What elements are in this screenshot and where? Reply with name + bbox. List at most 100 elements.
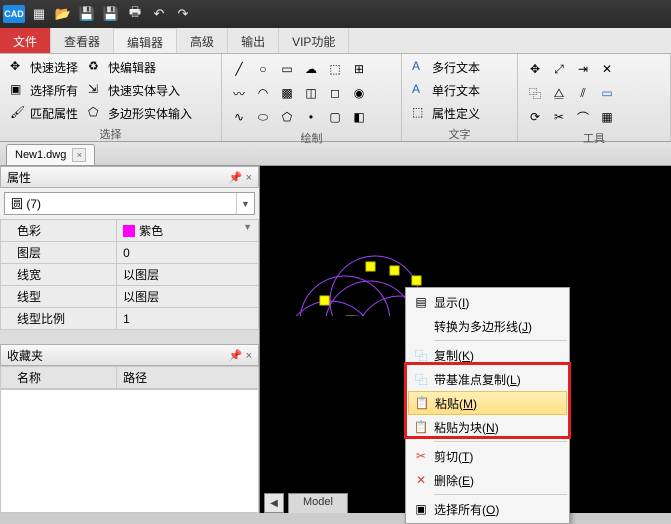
table-icon[interactable]: ⊞ (348, 58, 370, 80)
file-tab-label: New1.dwg (15, 149, 66, 161)
quick-select-button[interactable]: ✥快速选择 (6, 56, 82, 78)
ribbon: ✥快速选择 ▣选择所有 🖌匹配属性 ♻快编辑器 ⇲快速实体导入 ⬠多边形实体输入… (0, 54, 671, 142)
spline-icon[interactable]: ∿ (228, 106, 250, 128)
paste-block-icon: 📋 (414, 420, 429, 434)
saveas-icon[interactable]: 💾 (101, 4, 121, 24)
ctx-copy[interactable]: ⿻ 复制(K) (408, 343, 567, 367)
properties-header: 属性 📌 × (0, 166, 259, 188)
ctx-cut[interactable]: ✂ 剪切(T) (408, 444, 567, 468)
match-properties-button[interactable]: 🖌匹配属性 (6, 102, 82, 124)
color-cell[interactable]: 紫色▼ (117, 220, 259, 242)
rectangle-icon[interactable]: ▭ (276, 58, 298, 80)
menu-editor[interactable]: 编辑器 (114, 28, 177, 53)
solid-import-button[interactable]: ⇲快速实体导入 (84, 79, 196, 101)
object-type-value: 圆 (7) (5, 193, 236, 214)
ctx-paste[interactable]: 📋 粘贴(M) (408, 391, 567, 415)
undo-icon[interactable]: ↶ (149, 4, 169, 24)
ctx-delete[interactable]: ✕ 删除(E) (408, 468, 567, 492)
layout-arrow-icon[interactable]: ◀ (264, 493, 284, 513)
array-icon[interactable]: ▦ (596, 106, 618, 128)
pin-icon[interactable]: 📌 × (229, 171, 252, 184)
attdef-button[interactable]: ⬚属性定义 (408, 102, 484, 124)
ctx-select-all[interactable]: ▣ 选择所有(O) (408, 497, 567, 521)
lineweight-cell[interactable]: 以图层 (117, 264, 259, 286)
mtext-icon: A (412, 59, 428, 75)
quick-edit-button[interactable]: ♻快编辑器 (84, 56, 196, 78)
layer-cell[interactable]: 0 (117, 242, 259, 264)
menu-viewer[interactable]: 查看器 (51, 28, 114, 53)
copy-base-icon: ⿻ (415, 371, 427, 388)
workspace: 属性 📌 × 圆 (7) ▼ 色彩紫色▼ 图层0 线宽以图层 线型以图层 线型比… (0, 166, 671, 513)
save-icon[interactable]: 💾 (77, 4, 97, 24)
erase-icon[interactable]: ✕ (596, 58, 618, 80)
fav-col-name[interactable]: 名称 (1, 367, 117, 389)
context-menu: ▤ 显示(I) 转换为多边形线(J) ⿻ 复制(K) ⿻ 带基准点复制(L) 📋… (405, 287, 570, 524)
file-tab[interactable]: New1.dwg × (6, 144, 95, 165)
close-icon[interactable]: × (72, 148, 86, 162)
mtext-button[interactable]: A多行文本 (408, 56, 484, 78)
display-icon: ▤ (415, 295, 426, 309)
paste-icon: 📋 (415, 396, 430, 410)
mirror-icon[interactable]: ⧋ (548, 82, 570, 104)
offset-icon[interactable]: ⫽ (572, 82, 594, 104)
ctx-display[interactable]: ▤ 显示(I) (408, 290, 567, 314)
marquee-icon[interactable]: ▭ (596, 82, 618, 104)
print-icon[interactable]: 🖶 (125, 4, 145, 24)
ctx-copy-base[interactable]: ⿻ 带基准点复制(L) (408, 367, 567, 391)
table-row: 线宽以图层 (1, 264, 259, 286)
redo-icon[interactable]: ↷ (173, 4, 193, 24)
attdef-icon: ⬚ (412, 105, 428, 121)
favorites-table: 名称 路径 (0, 366, 259, 389)
donut-icon[interactable]: ◉ (348, 82, 370, 104)
fillet-icon[interactable]: ⌒ (572, 106, 594, 128)
hatch-icon[interactable]: ▩ (276, 82, 298, 104)
point-icon[interactable]: • (300, 106, 322, 128)
polyline-icon[interactable]: 〰 (228, 82, 250, 104)
cloud-icon[interactable]: ☁ (300, 58, 322, 80)
move-icon[interactable]: ✥ (524, 58, 546, 80)
menu-vip[interactable]: VIP功能 (279, 28, 349, 53)
separator (434, 340, 567, 341)
region-icon[interactable]: ◫ (300, 82, 322, 104)
block-insert-icon[interactable]: ⬚ (324, 58, 346, 80)
arc-icon[interactable]: ◠ (252, 82, 274, 104)
select-all-ctx-icon: ▣ (415, 502, 426, 516)
favorites-header: 收藏夹 📌 × (0, 344, 259, 366)
copy-icon: ⿻ (415, 347, 427, 364)
ctx-to-polyline[interactable]: 转换为多边形线(J) (408, 314, 567, 338)
new-icon[interactable]: ▦ (29, 4, 49, 24)
line-icon[interactable]: ╱ (228, 58, 250, 80)
menu-file[interactable]: 文件 (0, 28, 51, 53)
pin-icon[interactable]: 📌 × (229, 349, 252, 362)
polygon-draw-icon[interactable]: ⬠ (276, 106, 298, 128)
ltscale-cell[interactable]: 1 (117, 308, 259, 330)
copy-tool-icon[interactable]: ⿻ (524, 82, 546, 104)
stext-button[interactable]: A单行文本 (408, 79, 484, 101)
menu-output[interactable]: 输出 (228, 28, 279, 53)
rotate-icon[interactable]: ⟳ (524, 106, 546, 128)
circle-icon[interactable]: ○ (252, 58, 274, 80)
ellipse-icon[interactable]: ⬭ (252, 106, 274, 128)
select-all-button[interactable]: ▣选择所有 (6, 79, 82, 101)
boundary-icon[interactable]: ▢ (324, 106, 346, 128)
linetype-cell[interactable]: 以图层 (117, 286, 259, 308)
open-icon[interactable]: 📂 (53, 4, 73, 24)
model-tab[interactable]: Model (288, 493, 348, 513)
brush-icon: 🖌 (10, 105, 26, 121)
fav-col-path[interactable]: 路径 (117, 367, 259, 389)
favorites-list[interactable] (0, 389, 259, 513)
cursor-plus-icon: ✥ (10, 59, 26, 75)
menu-advanced[interactable]: 高级 (177, 28, 228, 53)
separator (434, 441, 567, 442)
object-type-select[interactable]: 圆 (7) ▼ (4, 192, 255, 215)
chevron-down-icon[interactable]: ▼ (236, 193, 254, 214)
extend-icon[interactable]: ⇥ (572, 58, 594, 80)
trim-icon[interactable]: ✂ (548, 106, 570, 128)
block-create-icon[interactable]: ◻ (324, 82, 346, 104)
select-all-icon: ▣ (10, 82, 26, 98)
stext-icon: A (412, 82, 428, 98)
wipeout-icon[interactable]: ◧ (348, 106, 370, 128)
ctx-paste-block[interactable]: 📋 粘贴为块(N) (408, 415, 567, 439)
polygon-solid-input-button[interactable]: ⬠多边形实体输入 (84, 102, 196, 124)
scale-icon[interactable]: ⤢ (548, 58, 570, 80)
